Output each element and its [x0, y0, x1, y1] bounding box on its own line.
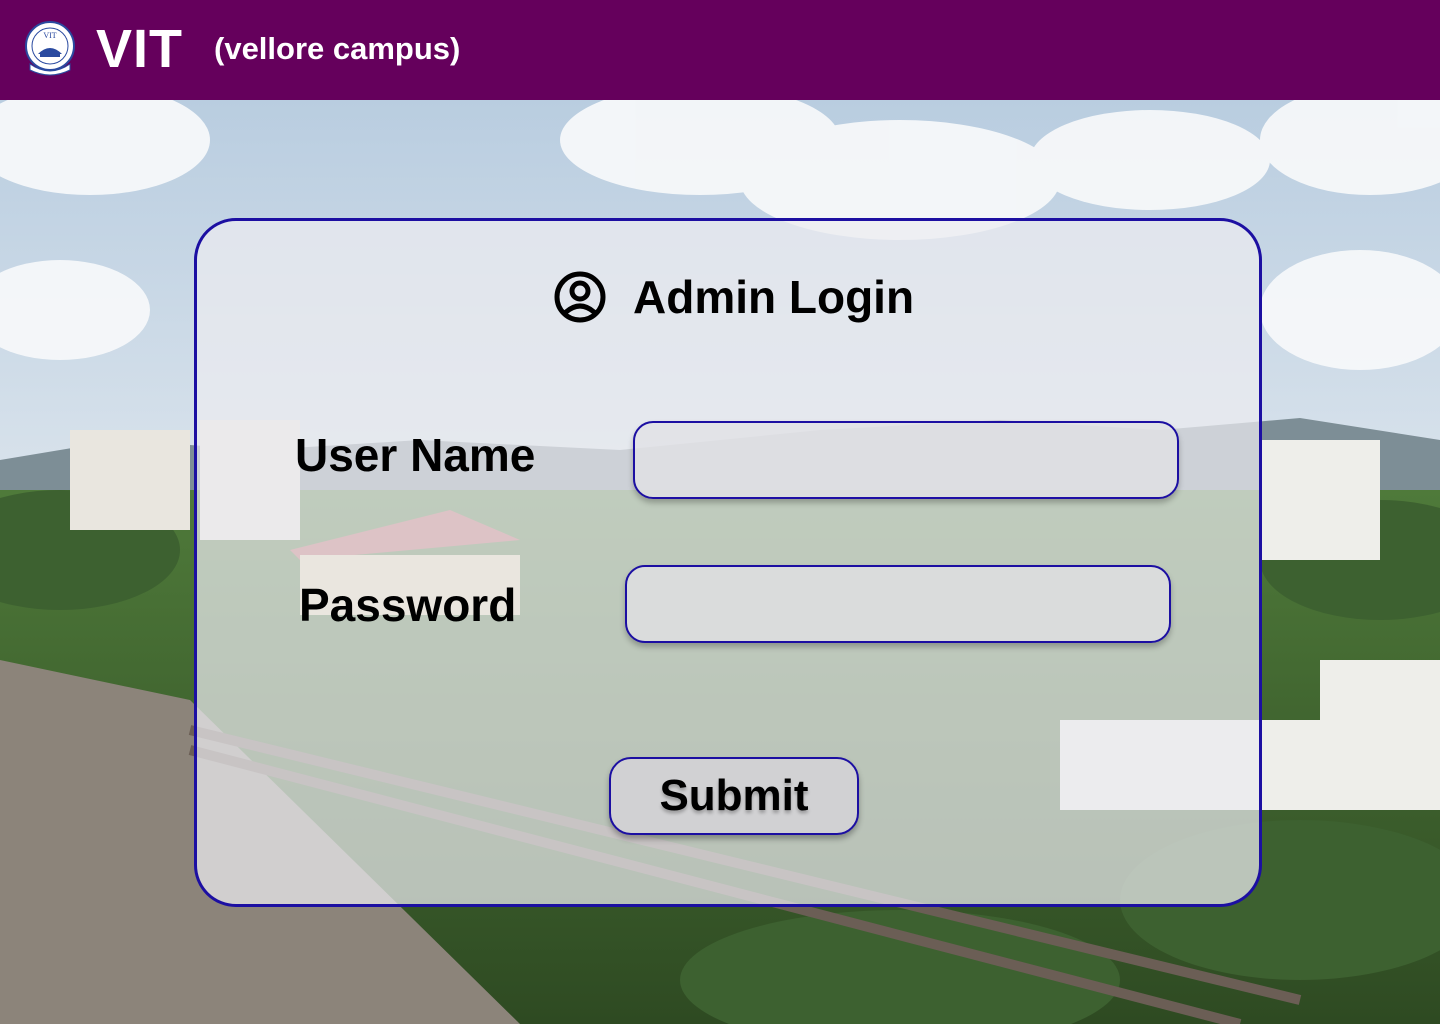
vit-logo-icon: VIT [25, 21, 75, 76]
campus-subtitle: (vellore campus) [214, 31, 461, 66]
brand-title: VIT [96, 19, 184, 79]
login-title: Admin Login [633, 271, 915, 323]
password-input[interactable] [625, 565, 1171, 643]
login-card: Admin Login User Name Password Submit [194, 218, 1262, 907]
logo-text: VIT [43, 31, 56, 40]
submit-button[interactable]: Submit [609, 757, 859, 835]
top-header-bar: VIT VIT (vellore campus) [0, 0, 1440, 100]
user-circle-icon [554, 271, 606, 323]
login-title-row: Admin Login [553, 269, 914, 325]
username-input[interactable] [633, 421, 1179, 499]
password-label: Password [299, 579, 517, 631]
username-label: User Name [295, 429, 536, 481]
